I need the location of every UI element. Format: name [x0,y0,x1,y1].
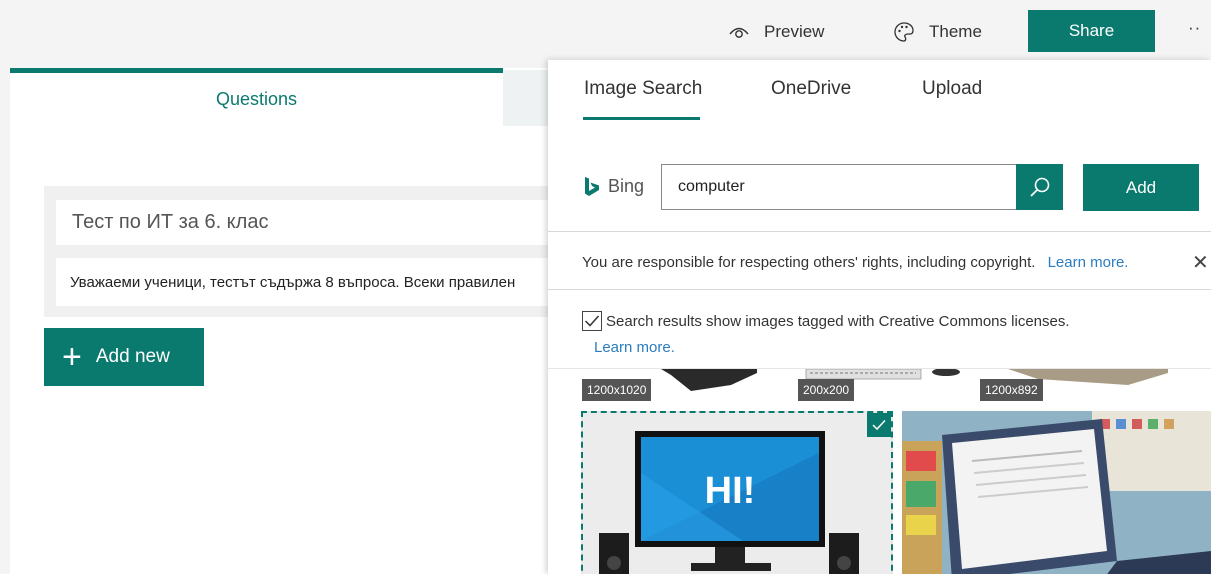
form-title[interactable]: Тест по ИТ за 6. клас [56,200,548,245]
monitor-thumbnail: HI! [583,413,891,574]
form-description[interactable]: Уважаеми ученици, тестът съдържа 8 въпро… [56,258,548,306]
checkmark-icon [584,315,600,327]
add-new-label: Add new [95,346,170,367]
bing-logo: Bing [584,176,644,197]
theme-label: Theme [929,22,982,41]
image-size-badge: 1200x892 [980,379,1043,401]
copyright-learn-more-link[interactable]: Learn more. [1048,254,1129,271]
selected-check-icon [867,413,891,437]
insert-image-panel: Image Search OneDrive Upload Bing Add Yo… [548,60,1211,574]
image-size-badge: 200x200 [798,379,855,401]
add-image-button[interactable]: Add [1083,164,1199,211]
top-bar: Preview Theme Share ·· [0,0,1211,60]
search-icon [1029,177,1049,197]
copyright-notice: You are responsible for respecting other… [582,254,1128,271]
monitor-hi-text: HI! [705,470,756,512]
image-size-badge: 1200x1020 [582,379,652,401]
active-tab-indicator [583,117,700,120]
creative-commons-learn-more-link[interactable]: Learn more. [594,339,675,356]
preview-button[interactable]: Preview [728,18,824,46]
more-options-button[interactable]: ·· [1188,18,1201,38]
divider [548,289,1211,290]
share-button[interactable]: Share [1028,10,1155,52]
bing-label: Bing [608,176,645,196]
image-results-grid: 1200x1020 200x200 1200x892 HI! [548,369,1211,574]
form-editor-area: Questions [0,60,548,574]
bing-icon [585,176,599,196]
plus-icon: + [62,338,82,376]
tab-upload[interactable]: Upload [922,78,982,100]
tab-responses[interactable] [503,70,548,126]
tab-onedrive[interactable]: OneDrive [771,78,851,100]
tab-questions[interactable]: Questions [10,68,503,126]
close-icon[interactable]: ✕ [1192,250,1209,275]
tab-questions-label: Questions [215,89,298,109]
creative-commons-text: Search results show images tagged with C… [606,313,1070,330]
creative-commons-checkbox[interactable] [582,311,602,331]
add-new-button[interactable]: + Add new [44,328,204,386]
search-button[interactable] [1016,164,1063,210]
tab-image-search[interactable]: Image Search [584,78,702,100]
image-result[interactable] [902,411,1211,574]
divider [548,231,1211,232]
copyright-notice-text: You are responsible for respecting other… [582,254,1036,271]
eye-icon [729,27,749,38]
classroom-laptop-thumbnail [902,411,1211,574]
theme-button[interactable]: Theme [893,18,982,46]
image-search-input[interactable] [661,164,1017,210]
palette-icon [894,22,914,42]
image-result-selected[interactable]: HI! [581,411,893,574]
preview-label: Preview [764,22,825,41]
